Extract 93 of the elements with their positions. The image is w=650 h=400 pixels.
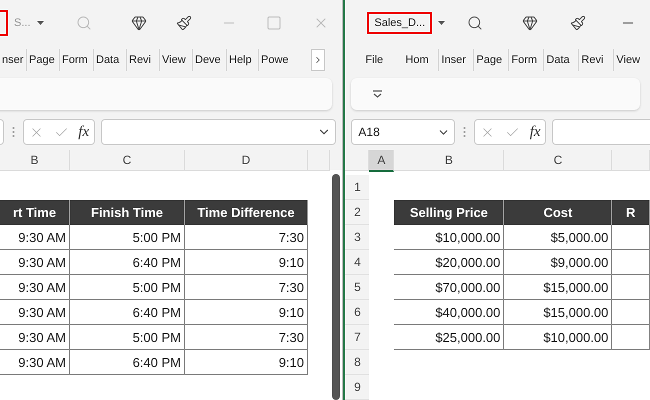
table-cell: 9:30 AM xyxy=(0,250,70,275)
table-cell: 9:10 xyxy=(185,350,308,375)
row-number[interactable]: 6 xyxy=(345,300,370,325)
column-header[interactable]: A xyxy=(369,150,394,172)
ribbon-tab[interactable]: Form xyxy=(509,49,544,71)
ribbon-tab[interactable]: Page xyxy=(27,49,60,71)
table-cell xyxy=(612,250,650,275)
drag-handle-icon[interactable] xyxy=(12,126,15,138)
ribbon-tab[interactable]: View xyxy=(160,49,193,71)
row-number[interactable]: 9 xyxy=(345,375,370,400)
name-box[interactable] xyxy=(0,119,4,145)
table-cell: $15,000.00 xyxy=(504,275,612,300)
table-cell xyxy=(612,275,650,300)
caret-icon[interactable] xyxy=(438,21,446,25)
table-cell: 9:10 xyxy=(185,250,308,275)
table-cell: $25,000.00 xyxy=(394,325,504,350)
table-header: Cost xyxy=(504,200,612,225)
table-cell: 9:30 AM xyxy=(0,350,70,375)
maximize-icon[interactable] xyxy=(266,15,282,31)
column-header[interactable]: B xyxy=(394,150,504,171)
ribbon-tab[interactable]: Page xyxy=(474,49,510,71)
table-cell xyxy=(612,300,650,325)
ribbon-tab[interactable]: Revi xyxy=(579,49,614,71)
ribbon-tab[interactable]: Inser xyxy=(439,49,474,71)
insert-function-button[interactable]: fx xyxy=(78,124,90,140)
ribbon-tab[interactable]: Powe xyxy=(259,49,293,71)
table-cell: 7:30 xyxy=(185,325,308,350)
row-number[interactable]: 7 xyxy=(345,325,370,350)
brush-icon[interactable] xyxy=(176,15,192,31)
select-all-corner[interactable] xyxy=(345,150,370,171)
ribbon-tab[interactable]: File xyxy=(363,49,404,71)
table-cell: 6:40 PM xyxy=(70,350,185,375)
row-number[interactable]: 8 xyxy=(345,350,370,375)
column-header[interactable]: B xyxy=(0,150,70,171)
formula-field[interactable] xyxy=(101,119,336,145)
ribbon-tab[interactable]: Help xyxy=(227,49,259,71)
ribbon-tab[interactable]: Data xyxy=(94,49,127,71)
ribbon-tab[interactable]: Deve xyxy=(193,49,227,71)
search-icon[interactable] xyxy=(467,15,484,31)
ribbon-tab[interactable]: Form xyxy=(60,49,94,71)
row-number[interactable]: 2 xyxy=(345,200,370,225)
highlight-frame xyxy=(0,10,8,36)
table-cell: 6:40 PM xyxy=(70,250,185,275)
ribbon-tab[interactable]: nser xyxy=(0,49,27,71)
table-header: R xyxy=(612,200,650,225)
table-header: rt Time xyxy=(0,200,70,225)
table-cell: $5,000.00 xyxy=(504,225,612,250)
scroll-tabs-button[interactable] xyxy=(311,49,325,71)
column-header[interactable]: C xyxy=(504,150,612,171)
gem-icon[interactable] xyxy=(522,15,538,31)
table-cell: 9:30 AM xyxy=(0,275,70,300)
expand-ribbon-icon[interactable] xyxy=(373,90,382,98)
table-cell xyxy=(612,225,650,250)
brush-icon[interactable] xyxy=(570,15,586,31)
row-number[interactable]: 1 xyxy=(345,175,370,200)
table-cell: 9:30 AM xyxy=(0,225,70,250)
column-header[interactable]: D xyxy=(185,150,308,171)
file-name: Sales_D... xyxy=(367,12,432,34)
row-number[interactable]: 3 xyxy=(345,225,370,250)
table-cell: $20,000.00 xyxy=(394,250,504,275)
table-cell: $70,000.00 xyxy=(394,275,504,300)
formula-field[interactable] xyxy=(552,119,650,145)
table-cell: 5:00 PM xyxy=(70,225,185,250)
table-header: Finish Time xyxy=(70,200,185,225)
ribbon-tab[interactable]: View xyxy=(614,49,646,71)
caret-icon[interactable] xyxy=(36,21,44,25)
table-cell: 7:30 xyxy=(185,275,308,300)
table-header: Time Difference xyxy=(185,200,308,225)
table-cell: 9:30 AM xyxy=(0,300,70,325)
name-box[interactable]: A18 xyxy=(351,119,456,145)
table-cell: $15,000.00 xyxy=(504,300,612,325)
table-cell: $10,000.00 xyxy=(504,325,612,350)
row-number[interactable]: 4 xyxy=(345,250,370,275)
table-cell: 9:10 xyxy=(185,300,308,325)
insert-function-button[interactable]: fx xyxy=(530,124,541,140)
scrollbar-thumb[interactable] xyxy=(332,174,340,400)
drag-handle-icon[interactable] xyxy=(463,126,466,138)
table-header: Selling Price xyxy=(394,200,504,225)
ribbon-tab[interactable]: Hom xyxy=(403,49,440,71)
table-cell: 5:00 PM xyxy=(70,275,185,300)
table-cell: $10,000.00 xyxy=(394,225,504,250)
table-cell: $40,000.00 xyxy=(394,300,504,325)
table-cell: 5:00 PM xyxy=(70,325,185,350)
table-cell: 6:40 PM xyxy=(70,300,185,325)
table-cell: 7:30 xyxy=(185,225,308,250)
table-cell: $9,000.00 xyxy=(504,250,612,275)
gem-icon[interactable] xyxy=(130,15,147,31)
row-number[interactable]: 5 xyxy=(345,275,370,300)
ribbon-tab[interactable]: Revi xyxy=(127,49,160,71)
file-name: S... xyxy=(14,17,31,29)
column-header[interactable]: C xyxy=(70,150,185,171)
ribbon-tab[interactable]: Data xyxy=(544,49,580,71)
table-cell: 9:30 AM xyxy=(0,325,70,350)
